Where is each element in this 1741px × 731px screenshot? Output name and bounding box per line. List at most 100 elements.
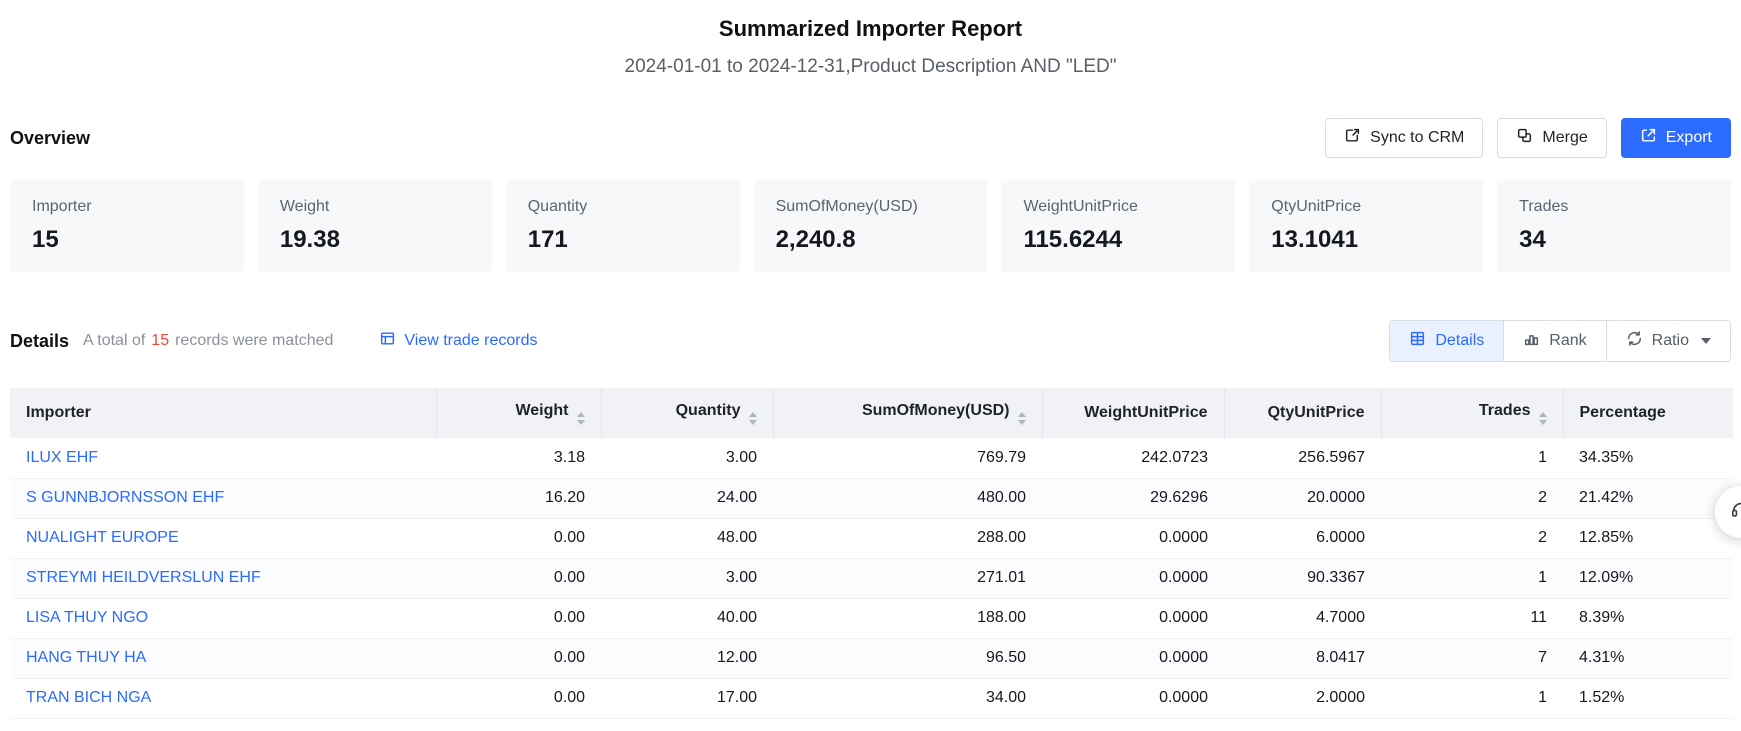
cell-quantity: 3.00 xyxy=(601,438,773,478)
column-label: Percentage xyxy=(1580,404,1666,421)
page-subtitle: 2024-01-01 to 2024-12-31,Product Descrip… xyxy=(10,56,1731,78)
importer-link[interactable]: LISA THUY NGO xyxy=(26,609,148,626)
column-label: QtyUnitPrice xyxy=(1268,404,1365,421)
details-table: Importer Weight Quantity SumOfMoney(USD) Wei… xyxy=(10,388,1733,719)
table-row: S GUNNBJORNSSON EHF16.2024.00480.0029.62… xyxy=(10,478,1733,518)
matched-prefix: A total of xyxy=(83,332,145,349)
card-label: Importer xyxy=(32,198,222,216)
cell-quantity: 3.00 xyxy=(601,558,773,598)
card-label: WeightUnitPrice xyxy=(1023,198,1213,216)
cell-importer: LISA THUY NGO xyxy=(10,598,436,638)
overview-card-weightunitprice: WeightUnitPrice115.6244 xyxy=(1001,180,1235,272)
matched-summary: A total of15records were matched xyxy=(83,332,333,350)
view-mode-segmented-control: Details Rank Ratio xyxy=(1389,320,1731,362)
sort-carets-icon[interactable] xyxy=(1539,412,1547,425)
view-trade-records-link[interactable]: View trade records xyxy=(379,330,537,352)
cell-trades: 7 xyxy=(1381,638,1563,678)
cell-wup: 0.0000 xyxy=(1042,678,1224,718)
cell-quantity: 17.00 xyxy=(601,678,773,718)
cell-pct: 1.52% xyxy=(1563,678,1733,718)
rank-bars-icon xyxy=(1523,330,1540,352)
cell-sum: 769.79 xyxy=(773,438,1042,478)
cell-pct: 34.35% xyxy=(1563,438,1733,478)
export-label: Export xyxy=(1666,129,1712,147)
card-label: Weight xyxy=(280,198,470,216)
card-value: 34 xyxy=(1519,226,1709,254)
column-header-quantity[interactable]: Quantity xyxy=(601,388,773,438)
chevron-down-icon xyxy=(1701,338,1711,344)
tab-details[interactable]: Details xyxy=(1390,321,1503,361)
cell-qup: 90.3367 xyxy=(1224,558,1381,598)
card-label: QtyUnitPrice xyxy=(1271,198,1461,216)
tab-details-label: Details xyxy=(1435,332,1484,350)
column-header-importer: Importer xyxy=(10,388,436,438)
table-row: STREYMI HEILDVERSLUN EHF 0.003.00271.010.… xyxy=(10,558,1733,598)
cell-importer: TRAN BICH NGA xyxy=(10,678,436,718)
importer-link[interactable]: NUALIGHT EUROPE xyxy=(26,529,179,546)
sort-carets-icon[interactable] xyxy=(1018,412,1026,425)
merge-label: Merge xyxy=(1542,129,1587,147)
table-row: TRAN BICH NGA0.0017.0034.000.00002.00001… xyxy=(10,678,1733,718)
cell-qup: 6.0000 xyxy=(1224,518,1381,558)
column-header-trades[interactable]: Trades xyxy=(1381,388,1563,438)
tab-ratio[interactable]: Ratio xyxy=(1606,321,1730,361)
cell-weight: 0.00 xyxy=(436,558,601,598)
details-table-wrap: Importer Weight Quantity SumOfMoney(USD) Wei… xyxy=(10,388,1731,719)
cell-trades: 11 xyxy=(1381,598,1563,638)
column-label: SumOfMoney(USD) xyxy=(862,402,1010,419)
card-label: SumOfMoney(USD) xyxy=(776,198,966,216)
headset-icon xyxy=(1730,499,1741,526)
column-header-qup: QtyUnitPrice xyxy=(1224,388,1381,438)
cell-importer: STREYMI HEILDVERSLUN EHF xyxy=(10,558,436,598)
column-label: Trades xyxy=(1479,402,1531,419)
cell-wup: 0.0000 xyxy=(1042,558,1224,598)
cell-qup: 8.0417 xyxy=(1224,638,1381,678)
cell-qup: 20.0000 xyxy=(1224,478,1381,518)
cell-weight: 0.00 xyxy=(436,638,601,678)
cell-qup: 4.7000 xyxy=(1224,598,1381,638)
export-button[interactable]: Export xyxy=(1621,118,1731,158)
card-value: 2,240.8 xyxy=(776,226,966,254)
column-label: Weight xyxy=(515,402,568,419)
column-header-sum[interactable]: SumOfMoney(USD) xyxy=(773,388,1042,438)
cell-quantity: 48.00 xyxy=(601,518,773,558)
importer-link[interactable]: HANG THUY HA xyxy=(26,649,146,666)
card-label: Quantity xyxy=(528,198,718,216)
sync-to-crm-button[interactable]: Sync to CRM xyxy=(1325,118,1483,158)
cell-pct: 8.39% xyxy=(1563,598,1733,638)
cell-quantity: 40.00 xyxy=(601,598,773,638)
column-header-weight[interactable]: Weight xyxy=(436,388,601,438)
merge-button[interactable]: Merge xyxy=(1497,118,1606,158)
overview-toolbar: Overview Sync to CRM Merge Export xyxy=(10,118,1731,158)
cell-wup: 242.0723 xyxy=(1042,438,1224,478)
export-icon xyxy=(1640,127,1657,149)
cell-trades: 2 xyxy=(1381,518,1563,558)
refresh-icon xyxy=(1626,330,1643,352)
sort-carets-icon[interactable] xyxy=(577,412,585,425)
column-header-wup: WeightUnitPrice xyxy=(1042,388,1224,438)
overview-card-qtyunitprice: QtyUnitPrice13.1041 xyxy=(1249,180,1483,272)
cell-wup: 0.0000 xyxy=(1042,598,1224,638)
page-title: Summarized Importer Report xyxy=(10,16,1731,42)
cell-wup: 0.0000 xyxy=(1042,518,1224,558)
cell-importer: ILUX EHF xyxy=(10,438,436,478)
cell-wup: 0.0000 xyxy=(1042,638,1224,678)
importer-link[interactable]: ILUX EHF xyxy=(26,449,98,466)
cell-pct: 4.31% xyxy=(1563,638,1733,678)
tab-rank[interactable]: Rank xyxy=(1503,321,1605,361)
cell-sum: 288.00 xyxy=(773,518,1042,558)
importer-link[interactable]: STREYMI HEILDVERSLUN EHF xyxy=(26,569,261,586)
cell-sum: 480.00 xyxy=(773,478,1042,518)
column-label: Importer xyxy=(26,404,91,421)
view-trade-records-label: View trade records xyxy=(404,332,537,350)
sync-to-crm-icon xyxy=(1344,127,1361,149)
cell-sum: 271.01 xyxy=(773,558,1042,598)
cell-pct: 12.09% xyxy=(1563,558,1733,598)
importer-link[interactable]: S GUNNBJORNSSON EHF xyxy=(26,489,224,506)
cell-sum: 188.00 xyxy=(773,598,1042,638)
cell-importer: NUALIGHT EUROPE xyxy=(10,518,436,558)
cell-qup: 2.0000 xyxy=(1224,678,1381,718)
sort-carets-icon[interactable] xyxy=(749,412,757,425)
importer-link[interactable]: TRAN BICH NGA xyxy=(26,689,151,706)
cell-sum: 34.00 xyxy=(773,678,1042,718)
